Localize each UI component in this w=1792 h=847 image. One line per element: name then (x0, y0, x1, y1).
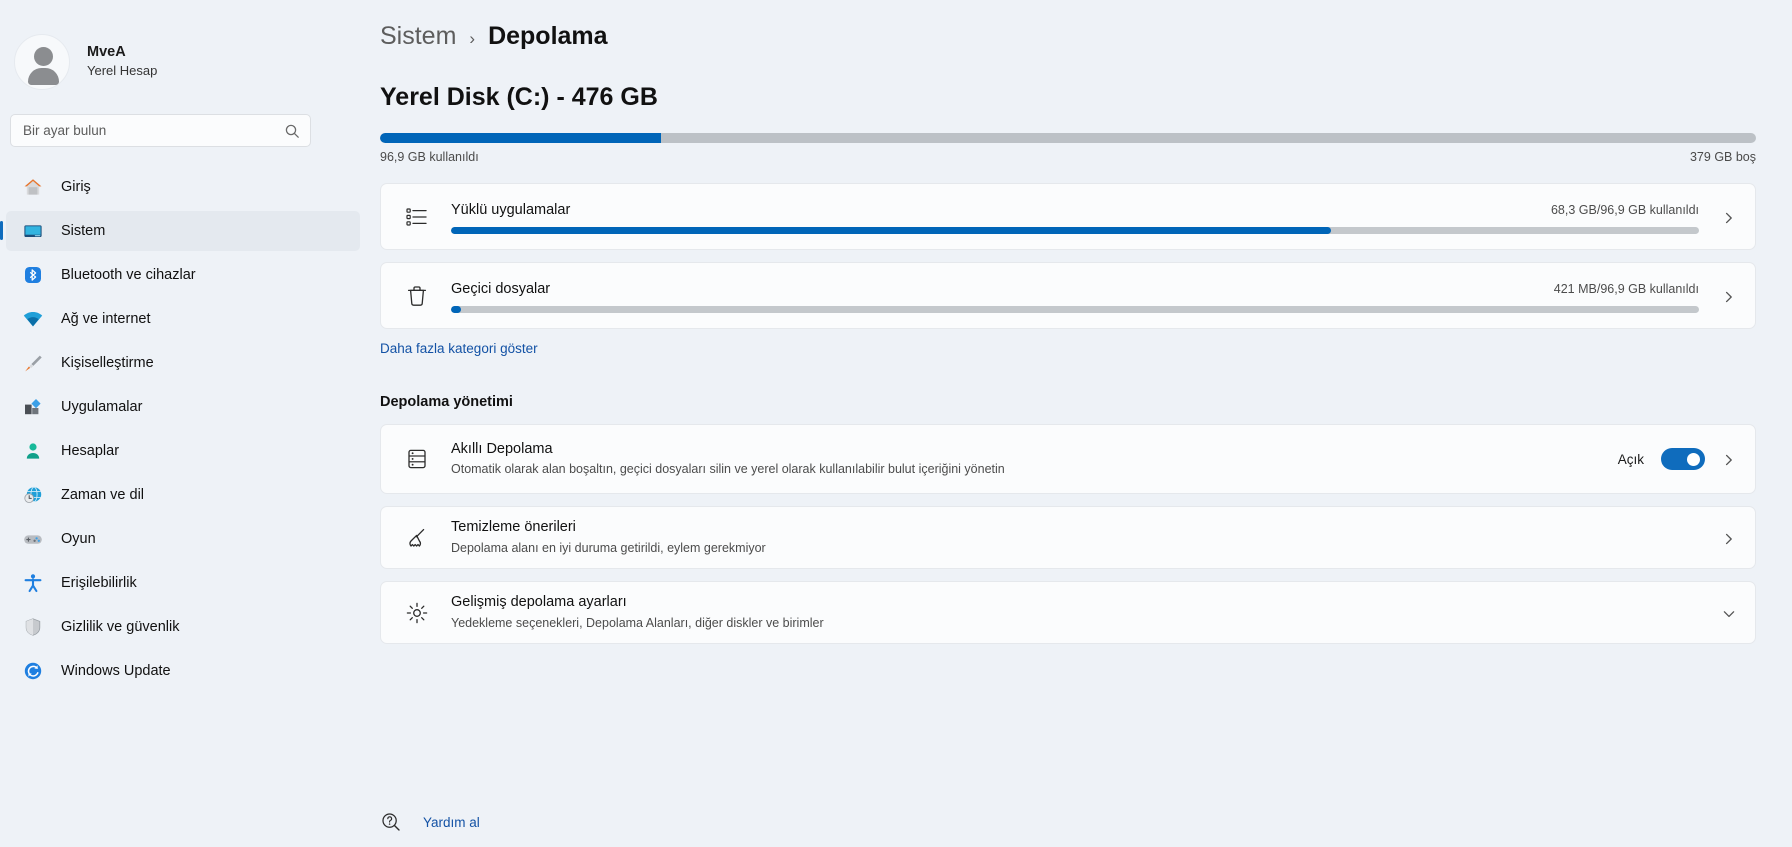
sidebar-item-label: Erişilebilirlik (61, 575, 137, 591)
sidebar-item-network[interactable]: Ağ ve internet (6, 299, 360, 339)
sidebar: MveA Yerel Hesap Bir ayar bulun Giriş Si… (0, 0, 372, 847)
get-help[interactable]: Yardım al (380, 811, 480, 833)
storage-sense-toggle[interactable] (1661, 448, 1705, 470)
user-profile[interactable]: MveA Yerel Hesap (0, 26, 372, 98)
account-icon (22, 440, 44, 462)
paintbrush-icon (22, 352, 44, 374)
disk-free-label: 379 GB boş (1689, 150, 1756, 164)
get-help-label: Yardım al (423, 814, 480, 830)
category-usage-bar (451, 305, 1699, 313)
sidebar-item-label: Ağ ve internet (61, 311, 151, 327)
sidebar-item-label: Hesaplar (61, 443, 120, 459)
toggle-state-label: Açık (1617, 451, 1644, 467)
sidebar-item-time-language[interactable]: Zaman ve dil (6, 475, 360, 515)
search-placeholder: Bir ayar bulun (23, 123, 107, 138)
sidebar-item-bluetooth[interactable]: Bluetooth ve cihazlar (6, 255, 360, 295)
show-more-categories-link[interactable]: Daha fazla kategori göster (372, 341, 1792, 356)
row-subtitle: Otomatik olarak alan boşaltın, geçici do… (451, 462, 1005, 477)
help-question-icon (380, 811, 402, 833)
sidebar-item-label: Gizlilik ve güvenlik (61, 619, 180, 635)
breadcrumb: Sistem › Depolama (372, 22, 1792, 51)
broom-icon (403, 524, 431, 552)
gamepad-icon (22, 528, 44, 550)
storage-categories: Yüklü uygulamalar 68,3 GB/96,9 GB kullan… (372, 183, 1792, 329)
storage-management-list: Akıllı Depolama Otomatik olarak alan boş… (372, 424, 1792, 644)
row-cleanup-recommendations[interactable]: Temizleme önerileri Depolama alanı en iy… (380, 506, 1756, 569)
wifi-icon (22, 308, 44, 330)
sidebar-item-gaming[interactable]: Oyun (6, 519, 360, 559)
profile-name: MveA (87, 43, 126, 60)
home-icon (22, 176, 44, 198)
update-icon (22, 660, 44, 682)
chevron-right-icon[interactable] (1723, 290, 1735, 302)
sidebar-item-label: Bluetooth ve cihazlar (61, 267, 196, 283)
profile-account-type: Yerel Hesap (87, 63, 158, 79)
bluetooth-icon (22, 264, 44, 286)
chevron-right-icon[interactable] (1723, 532, 1735, 544)
apps-icon (22, 396, 44, 418)
sidebar-item-giris[interactable]: Giriş (6, 167, 360, 207)
sidebar-item-personalization[interactable]: Kişiselleştirme (6, 343, 360, 383)
category-usage: 421 MB/96,9 GB kullanıldı (1553, 281, 1699, 296)
row-title: Temizleme önerileri (451, 519, 576, 536)
chevron-right-icon: › (469, 29, 476, 48)
sidebar-item-accounts[interactable]: Hesaplar (6, 431, 360, 471)
sidebar-item-windows-update[interactable]: Windows Update (6, 651, 360, 691)
settings-window: MveA Yerel Hesap Bir ayar bulun Giriş Si… (0, 0, 1792, 847)
monitor-icon (22, 220, 44, 242)
app-list-icon (403, 203, 431, 231)
row-storage-sense[interactable]: Akıllı Depolama Otomatik olarak alan boş… (380, 424, 1756, 494)
sidebar-item-label: Sistem (61, 223, 106, 239)
category-name: Yüklü uygulamalar (451, 201, 571, 218)
row-title: Akıllı Depolama (451, 440, 553, 457)
chevron-down-icon[interactable] (1723, 607, 1735, 619)
disk-usage-bar (380, 133, 1756, 143)
clock-globe-icon (22, 484, 44, 506)
sidebar-item-label: Oyun (61, 531, 96, 547)
avatar (14, 34, 70, 90)
disk-used-label: 96,9 GB kullanıldı (380, 150, 479, 164)
sidebar-item-label: Giriş (61, 179, 91, 195)
row-subtitle: Yedekleme seçenekleri, Depolama Alanları… (451, 615, 824, 630)
page-title: Yerel Disk (C:) - 476 GB (380, 83, 658, 111)
row-title: Gelişmiş depolama ayarları (451, 594, 627, 611)
sidebar-nav: Giriş Sistem Bluetooth ve cihazlar Ağ ve… (0, 167, 372, 691)
category-row-temporary-files[interactable]: Geçici dosyalar 421 MB/96,9 GB kullanıld… (380, 262, 1756, 329)
sidebar-item-accessibility[interactable]: Erişilebilirlik (6, 563, 360, 603)
category-name: Geçici dosyalar (451, 280, 551, 297)
chevron-right-icon[interactable] (1723, 211, 1735, 223)
breadcrumb-current: Depolama (488, 22, 608, 50)
section-title-storage-management: Depolama yönetimi (380, 394, 513, 410)
search-icon (284, 123, 300, 139)
sidebar-item-label: Windows Update (61, 663, 171, 679)
sidebar-item-apps[interactable]: Uygulamalar (6, 387, 360, 427)
sidebar-item-label: Zaman ve dil (61, 487, 145, 503)
sidebar-item-label: Uygulamalar (61, 399, 143, 415)
chevron-right-icon[interactable] (1723, 453, 1735, 466)
category-row-installed-apps[interactable]: Yüklü uygulamalar 68,3 GB/96,9 GB kullan… (380, 183, 1756, 250)
category-usage: 68,3 GB/96,9 GB kullanıldı (1550, 202, 1699, 217)
search-input[interactable]: Bir ayar bulun (10, 114, 311, 147)
accessibility-icon (22, 572, 44, 594)
gear-icon (403, 599, 431, 627)
main-content: Sistem › Depolama Yerel Disk (C:) - 476 … (372, 0, 1792, 847)
shield-icon (22, 616, 44, 638)
storage-sense-icon (403, 445, 431, 473)
breadcrumb-parent[interactable]: Sistem (380, 22, 456, 51)
row-advanced-storage-settings[interactable]: Gelişmiş depolama ayarları Yedekleme seç… (380, 581, 1756, 644)
trash-icon (403, 282, 431, 310)
sidebar-item-sistem[interactable]: Sistem (0, 211, 360, 251)
sidebar-item-privacy-security[interactable]: Gizlilik ve güvenlik (6, 607, 360, 647)
row-subtitle: Depolama alanı en iyi duruma getirildi, … (451, 540, 766, 555)
category-usage-bar (451, 226, 1699, 234)
sidebar-item-label: Kişiselleştirme (61, 355, 154, 371)
